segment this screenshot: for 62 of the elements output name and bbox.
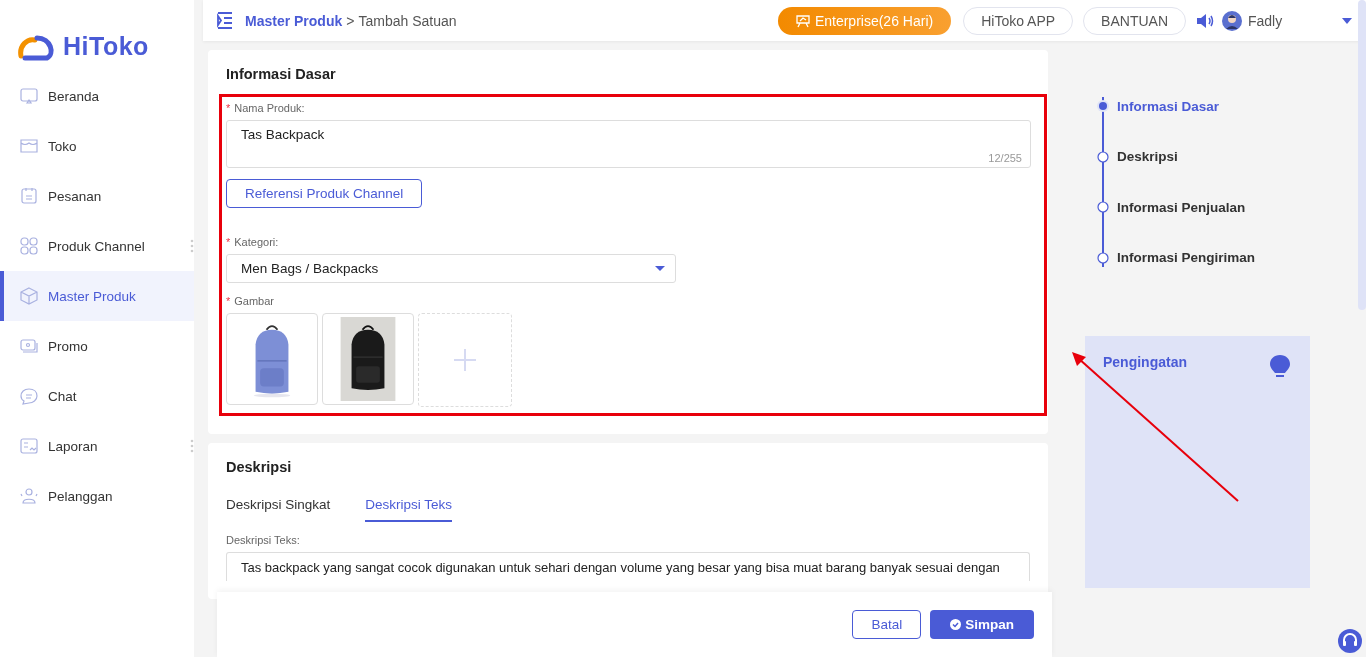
product-name-field[interactable]: Tas Backpack 12/255: [226, 120, 1031, 168]
user-avatar[interactable]: [1222, 10, 1242, 31]
save-button[interactable]: Simpan: [930, 610, 1034, 639]
character-counter: 12/255: [988, 152, 1022, 164]
monitor-icon: [20, 87, 38, 105]
field-label: Kategori:: [234, 236, 279, 248]
step-link[interactable]: Informasi Dasar: [1117, 98, 1220, 114]
step-link[interactable]: Deskripsi: [1117, 149, 1178, 165]
chat-bubble-icon: [20, 387, 38, 405]
sidebar-item[interactable]: Promo: [0, 321, 194, 371]
grid-icon: [20, 237, 38, 255]
breadcrumb-current: Tambah Satuan: [358, 12, 457, 29]
report-icon: [20, 437, 38, 455]
sidebar-item[interactable]: Pesanan: [0, 171, 194, 221]
field-label: Nama Produk:: [234, 102, 305, 114]
speaker-icon[interactable]: [1196, 11, 1214, 30]
people-icon: [20, 487, 38, 505]
required-asterisk: *: [226, 236, 231, 248]
sidebar-item[interactable]: Laporan: [0, 421, 194, 471]
check-circle-icon: [950, 619, 962, 630]
section-title: Informasi Dasar: [226, 66, 337, 82]
more-dots-icon[interactable]: [190, 439, 194, 453]
breadcrumb-separator: >: [346, 12, 355, 29]
sidebar-item[interactable]: Toko: [0, 121, 194, 171]
dropdown-caret-icon[interactable]: [1342, 17, 1352, 24]
store-icon: [20, 137, 38, 155]
description-field[interactable]: Tas backpack yang sangat cocok digunakan untuk sehari dengan volume yang besar yang bisa muat barang banyak sesuai dengan: [226, 552, 1030, 581]
more-dots-icon[interactable]: [190, 239, 194, 253]
header-button[interactable]: BANTUAN: [1083, 6, 1186, 35]
section-title: Deskripsi: [226, 459, 293, 475]
lightbulb-icon: [1268, 354, 1292, 378]
reference-button[interactable]: Referensi Produk Channel: [226, 179, 423, 208]
tab[interactable]: Deskripsi Singkat: [226, 487, 331, 522]
presentation-icon: [795, 13, 810, 28]
plus-icon: [454, 349, 476, 371]
sidebar-item[interactable]: Beranda: [0, 71, 194, 121]
tab[interactable]: Deskripsi Teks: [365, 487, 453, 522]
menu-icon[interactable]: [217, 11, 233, 30]
sidebar-item[interactable]: Pelanggan: [0, 471, 194, 521]
user-name[interactable]: Fadly: [1248, 12, 1336, 29]
sidebar-item[interactable]: Chat: [0, 371, 194, 421]
clipboard-icon: [20, 187, 38, 205]
cancel-button[interactable]: Batal: [852, 610, 922, 639]
sidebar-item[interactable]: Master Produk: [0, 271, 194, 321]
ticket-icon: [20, 337, 38, 355]
cube-icon: [20, 287, 38, 305]
caret-icon: [655, 266, 665, 271]
reminder-title: Pengingatan: [1103, 354, 1187, 370]
sidebar-item[interactable]: Produk Channel: [0, 221, 194, 271]
category-select[interactable]: Men Bags / Backpacks: [226, 254, 676, 283]
upload-tile[interactable]: [418, 313, 512, 407]
scrollbar[interactable]: [1358, 0, 1366, 310]
step-link[interactable]: Informasi Penjualan: [1117, 199, 1246, 215]
breadcrumb-link[interactable]: Master Produk: [245, 12, 343, 29]
headset-icon[interactable]: [1338, 629, 1362, 653]
required-asterisk: *: [226, 295, 231, 307]
field-label: Deskripsi Teks:: [226, 534, 301, 546]
header-button[interactable]: HiToko APP: [963, 6, 1074, 35]
required-asterisk: *: [226, 102, 231, 114]
step-link[interactable]: Informasi Pengiriman: [1117, 250, 1256, 266]
field-label: Gambar: [234, 295, 275, 307]
logo-text: HiToko: [63, 32, 149, 61]
